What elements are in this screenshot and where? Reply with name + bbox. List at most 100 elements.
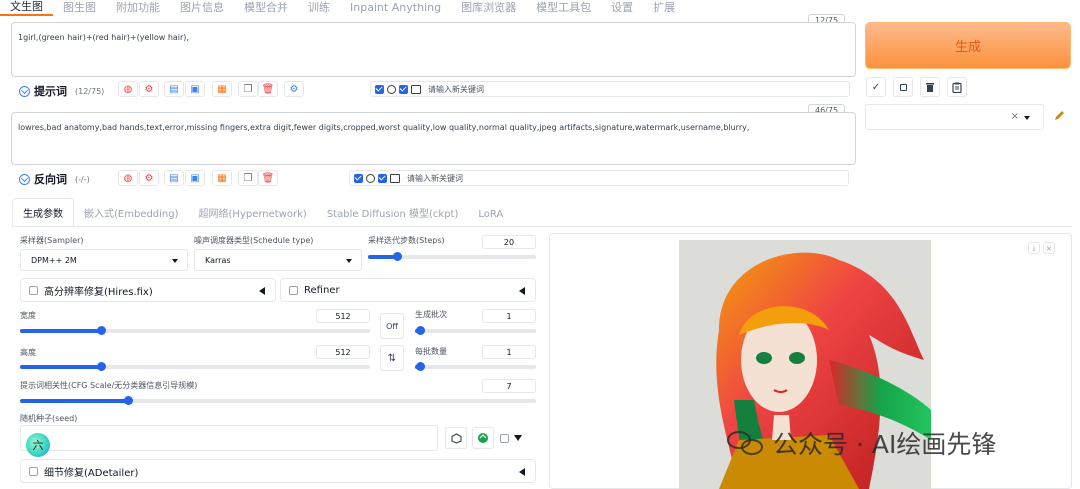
paste-icon[interactable]: ▣ xyxy=(185,170,205,186)
refiner-accordion[interactable]: Refiner xyxy=(280,278,536,302)
prompt-label-row: 提示词 (12/75) xyxy=(19,83,104,99)
paste-icon[interactable]: ▣ xyxy=(185,81,205,97)
off-button[interactable]: Off xyxy=(380,313,404,339)
collapse-arrow-icon xyxy=(519,287,525,295)
copy-icon[interactable]: ▤ xyxy=(164,170,184,186)
nav-tab[interactable]: 设置 xyxy=(601,1,643,15)
batch-count-slider[interactable] xyxy=(415,326,536,335)
settings-icon[interactable]: ⚙ xyxy=(139,81,159,97)
clipboard-icon[interactable]: ❐ xyxy=(238,170,258,186)
negative-label: 反向词 xyxy=(34,173,67,186)
sub-tab[interactable]: LoRA xyxy=(468,209,513,226)
hires-accordion[interactable]: 高分辨率修复(Hires.fix) xyxy=(20,278,276,302)
nav-tab[interactable]: 图生图 xyxy=(53,1,106,15)
sub-tab[interactable]: 生成参数 xyxy=(12,198,74,226)
check-icon[interactable]: ✓ xyxy=(866,77,886,97)
avatar: 六 xyxy=(26,433,50,457)
seed-input[interactable] xyxy=(20,425,438,451)
cfg-input[interactable]: 7 xyxy=(482,379,536,393)
width-input[interactable]: 512 xyxy=(316,309,370,323)
sub-tab[interactable]: 超网络(Hypernetwork) xyxy=(189,205,317,226)
chevron-down-icon xyxy=(1024,116,1030,120)
history-icon[interactable] xyxy=(366,173,375,183)
nav-tab[interactable]: 文生图 xyxy=(0,0,53,16)
nav-tab[interactable]: 图库浏览器 xyxy=(451,1,526,15)
clear-icon[interactable]: × xyxy=(1011,111,1019,122)
nav-tab[interactable]: 附加功能 xyxy=(106,1,170,15)
sub-tab[interactable]: Stable Diffusion 模型(ckpt) xyxy=(317,205,469,226)
nav-tab[interactable]: 图片信息 xyxy=(170,1,234,15)
adetailer-accordion[interactable]: 细节修复(ADetailer) xyxy=(20,459,536,483)
collapse-icon[interactable] xyxy=(19,173,30,185)
collapse-icon[interactable] xyxy=(19,85,30,97)
chevron-down-icon xyxy=(172,259,178,263)
hires-checkbox[interactable] xyxy=(29,285,38,295)
batch-count-label: 生成批次 xyxy=(415,310,447,319)
schedule-dropdown[interactable]: Karras xyxy=(194,249,362,271)
settings-icon[interactable]: ⚙ xyxy=(139,170,159,186)
batch-size-input[interactable]: 1 xyxy=(482,345,536,359)
nav-tab[interactable]: 训练 xyxy=(298,1,340,15)
batch-size-slider[interactable] xyxy=(415,362,536,371)
cfg-slider[interactable] xyxy=(20,396,536,405)
negative-label-row: 反向词 (-/-) xyxy=(19,171,90,187)
checkbox-icon[interactable] xyxy=(378,173,387,183)
trash-icon[interactable]: 🗑 xyxy=(258,170,278,186)
extra-seed-checkbox[interactable] xyxy=(500,434,509,443)
sampler-dropdown[interactable]: DPM++ 2M xyxy=(20,249,188,271)
translate-icon[interactable]: ◍ xyxy=(118,170,138,186)
generate-button[interactable]: 生成 xyxy=(865,22,1071,69)
width-slider[interactable] xyxy=(20,326,370,335)
watermark: 公众号 · AI绘画先锋 xyxy=(727,425,996,461)
divider xyxy=(12,226,1072,227)
refiner-checkbox[interactable] xyxy=(289,285,298,295)
batch-count-input[interactable]: 1 xyxy=(482,309,536,323)
checkbox-icon[interactable] xyxy=(375,84,384,94)
sampler-value: DPM++ 2M xyxy=(31,255,77,265)
image-icon[interactable]: ▦ xyxy=(212,81,232,97)
trash-icon[interactable]: 🗑 xyxy=(258,81,278,97)
nav-tab[interactable]: 模型合并 xyxy=(234,1,298,15)
sub-tabs: 生成参数 嵌入式(Embedding) 超网络(Hypernetwork) Stabl… xyxy=(12,198,513,226)
nav-tab[interactable]: 模型工具包 xyxy=(526,1,601,15)
height-label: 高度 xyxy=(20,348,36,357)
book-icon[interactable] xyxy=(390,173,400,183)
history-icon[interactable] xyxy=(387,84,396,94)
clipboard-icon[interactable] xyxy=(947,77,967,97)
schedule-value: Karras xyxy=(205,255,231,265)
styles-dropdown[interactable]: × xyxy=(865,104,1044,130)
download-icon[interactable]: ⤓ xyxy=(1028,242,1040,254)
keyword-input[interactable]: 请输入新关键词 xyxy=(407,173,463,184)
prompt-textarea[interactable]: 1girl,(green hair)+(red hair)+(yellow ha… xyxy=(11,22,856,77)
checkbox-icon[interactable] xyxy=(354,173,363,183)
nav-tab[interactable]: Inpaint Anything xyxy=(340,1,451,15)
checkbox-icon[interactable] xyxy=(399,84,408,94)
gear-icon[interactable]: ⚙ xyxy=(284,81,304,97)
steps-label: 采样迭代步数(Steps) xyxy=(368,236,445,245)
recycle-icon[interactable] xyxy=(472,427,494,449)
steps-slider[interactable] xyxy=(368,252,536,261)
translate-icon[interactable]: ◍ xyxy=(118,81,138,97)
clipboard-icon[interactable]: ❐ xyxy=(238,81,258,97)
swap-dimensions-icon[interactable]: ⇅ xyxy=(380,345,404,371)
height-input[interactable]: 512 xyxy=(316,345,370,359)
pencil-icon[interactable] xyxy=(1049,106,1069,126)
height-slider[interactable] xyxy=(20,362,370,371)
book-icon[interactable] xyxy=(411,84,421,94)
dice-icon[interactable] xyxy=(445,427,467,449)
adetailer-label: 细节修复(ADetailer) xyxy=(44,467,139,479)
sub-tab[interactable]: 嵌入式(Embedding) xyxy=(74,205,189,226)
adetailer-checkbox[interactable] xyxy=(29,466,38,476)
copy-icon[interactable]: ▤ xyxy=(164,81,184,97)
square-icon[interactable] xyxy=(893,77,913,97)
image-icon[interactable]: ▦ xyxy=(212,170,232,186)
keyword-input[interactable]: 请输入新关键词 xyxy=(428,84,484,95)
trash-icon[interactable] xyxy=(920,77,940,97)
close-icon[interactable]: × xyxy=(1043,242,1055,254)
steps-input[interactable]: 20 xyxy=(482,235,536,249)
keyword-bar: 请输入新关键词 xyxy=(349,170,849,186)
negative-textarea[interactable]: lowres,bad anatomy,bad hands,text,error,… xyxy=(11,112,856,165)
extra-seed-arrow-icon[interactable] xyxy=(514,435,522,441)
keyword-bar: 请输入新关键词 xyxy=(370,81,850,97)
nav-tab[interactable]: 扩展 xyxy=(643,1,685,15)
